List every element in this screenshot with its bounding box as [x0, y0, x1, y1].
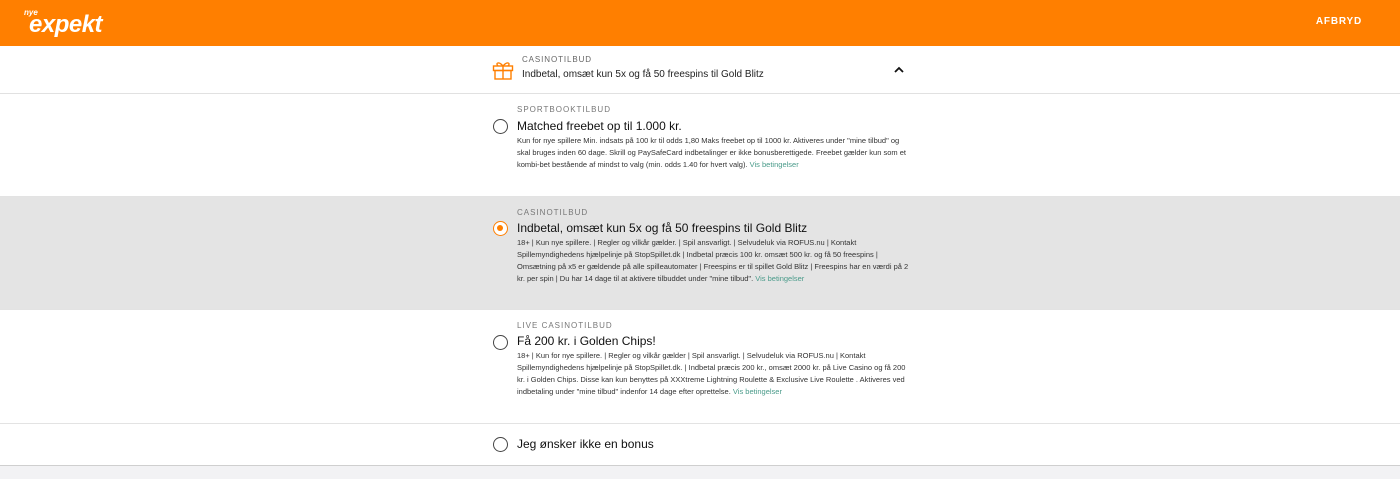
offer-category: SPORTBOOKTILBUD: [517, 105, 611, 114]
top-bar: nye expekt AFBRYD: [0, 0, 1400, 46]
chevron-up-icon[interactable]: [893, 65, 905, 74]
terms-link[interactable]: Vis betingelser: [733, 387, 782, 396]
header-category: CASINOTILBUD: [522, 55, 592, 64]
header-title: Indbetal, omsæt kun 5x og få 50 freespin…: [522, 69, 764, 80]
terms-link[interactable]: Vis betingelser: [755, 274, 804, 283]
offer-description: Kun for nye spillere Min. indsats på 100…: [517, 135, 913, 171]
offer-description: 18+ | Kun for nye spillere. | Regler og …: [517, 350, 913, 398]
offer-radio[interactable]: [493, 335, 508, 350]
offer-category: LIVE CASINOTILBUD: [517, 321, 613, 330]
offer-title: Indbetal, omsæt kun 5x og få 50 freespin…: [517, 221, 808, 235]
no-bonus-radio[interactable]: [493, 437, 508, 452]
offer-description: 18+ | Kun nye spillere. | Regler og vilk…: [517, 237, 913, 285]
offer-radio[interactable]: [493, 119, 508, 134]
offer-description-text: Kun for nye spillere Min. indsats på 100…: [517, 136, 906, 169]
offer-casino[interactable]: CASINOTILBUD Indbetal, omsæt kun 5x og f…: [0, 197, 1400, 310]
offer-title: Matched freebet op til 1.000 kr.: [517, 119, 682, 133]
offer-description-text: 18+ | Kun for nye spillere. | Regler og …: [517, 351, 906, 396]
gift-icon: [492, 62, 514, 80]
offer-live-casino[interactable]: LIVE CASINOTILBUD Få 200 kr. i Golden Ch…: [0, 310, 1400, 424]
offer-title: Få 200 kr. i Golden Chips!: [517, 334, 656, 348]
logo-main-text: expekt: [29, 11, 103, 38]
offer-category: CASINOTILBUD: [517, 208, 589, 217]
offer-radio-selected[interactable]: [493, 221, 508, 236]
terms-link[interactable]: Vis betingelser: [750, 160, 799, 169]
no-bonus-option[interactable]: Jeg ønsker ikke en bonus: [0, 424, 1400, 466]
offer-description-text: 18+ | Kun nye spillere. | Regler og vilk…: [517, 238, 909, 283]
no-bonus-label: Jeg ønsker ikke en bonus: [517, 437, 654, 451]
selected-offer-header[interactable]: CASINOTILBUD Indbetal, omsæt kun 5x og f…: [0, 46, 1400, 94]
cancel-button[interactable]: AFBRYD: [1316, 16, 1362, 27]
offer-sportsbook[interactable]: SPORTBOOKTILBUD Matched freebet op til 1…: [0, 94, 1400, 197]
